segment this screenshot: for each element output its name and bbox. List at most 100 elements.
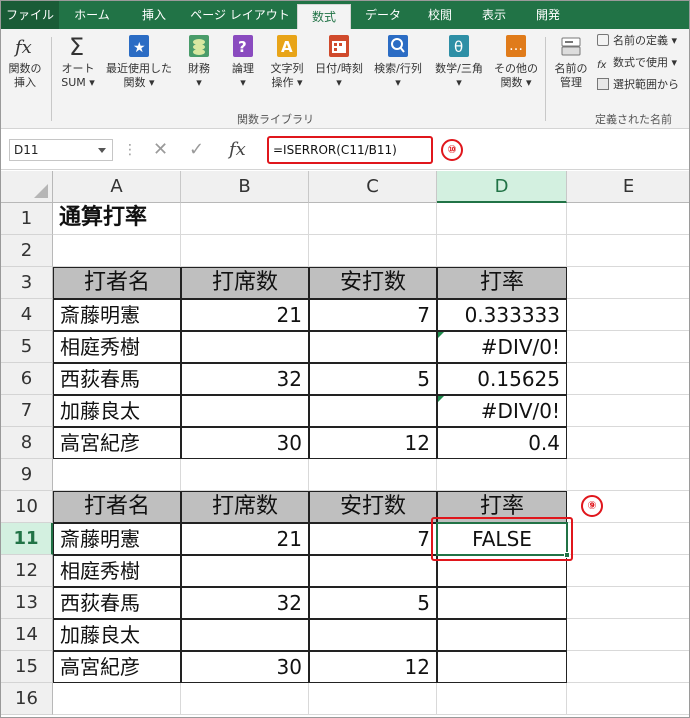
create-from-selection-button[interactable]: 選択範囲から xyxy=(597,77,679,93)
cell-c6[interactable]: 5 xyxy=(309,363,437,395)
cell-c10[interactable]: 安打数 xyxy=(309,491,437,523)
chevron-down-icon[interactable] xyxy=(98,148,106,153)
cell-a12[interactable]: 相庭秀樹 xyxy=(53,555,181,587)
row-header-6[interactable]: 6 xyxy=(1,363,53,395)
cell-e11[interactable] xyxy=(567,523,689,555)
fx-icon[interactable]: fx xyxy=(229,138,246,162)
error-indicator-icon[interactable] xyxy=(438,396,444,402)
tab-file[interactable]: ファイル xyxy=(1,1,59,29)
formula-input[interactable]: =ISERROR(C11/B11) xyxy=(267,136,433,164)
cell-c15[interactable]: 12 xyxy=(309,651,437,683)
cell-a16[interactable] xyxy=(53,683,181,715)
cell-c11[interactable]: 7 xyxy=(309,523,437,555)
cell-e1[interactable] xyxy=(567,203,689,235)
lookup-button[interactable]: 検索/行列 ▾ xyxy=(369,33,427,90)
cell-a1[interactable]: 通算打率 xyxy=(53,203,181,235)
row-header-11[interactable]: 11 xyxy=(1,523,53,555)
row-header-9[interactable]: 9 xyxy=(1,459,53,491)
text-button[interactable]: A 文字列 操作 ▾ xyxy=(265,33,309,90)
cell-d10[interactable]: 打率 xyxy=(437,491,567,523)
row-header-16[interactable]: 16 xyxy=(1,683,53,715)
row-header-5[interactable]: 5 xyxy=(1,331,53,363)
cell-c9[interactable] xyxy=(309,459,437,491)
cell-d14[interactable] xyxy=(437,619,567,651)
cell-b1[interactable] xyxy=(181,203,309,235)
name-manager-button[interactable]: 名前の 管理 xyxy=(549,33,593,90)
column-header-c[interactable]: C xyxy=(309,171,437,203)
tab-formulas[interactable]: 数式 xyxy=(297,4,351,29)
column-header-e[interactable]: E xyxy=(567,171,689,203)
cell-c3[interactable]: 安打数 xyxy=(309,267,437,299)
row-header-14[interactable]: 14 xyxy=(1,619,53,651)
select-all-corner[interactable] xyxy=(1,171,53,203)
cell-e8[interactable] xyxy=(567,427,689,459)
row-header-2[interactable]: 2 xyxy=(1,235,53,267)
row-header-1[interactable]: 1 xyxy=(1,203,53,235)
more-functions-button[interactable]: … その他の 関数 ▾ xyxy=(491,33,541,90)
cell-c8[interactable]: 12 xyxy=(309,427,437,459)
cancel-icon[interactable]: ✕ xyxy=(153,138,168,162)
cell-b14[interactable] xyxy=(181,619,309,651)
cell-c12[interactable] xyxy=(309,555,437,587)
column-header-a[interactable]: A xyxy=(53,171,181,203)
cell-a11[interactable]: 斎藤明憲 xyxy=(53,523,181,555)
insert-function-button[interactable]: fx 関数の 挿入 xyxy=(5,33,45,90)
row-header-3[interactable]: 3 xyxy=(1,267,53,299)
recently-used-button[interactable]: ★ 最近使用した 関数 ▾ xyxy=(103,33,175,90)
cell-a9[interactable] xyxy=(53,459,181,491)
row-header-15[interactable]: 15 xyxy=(1,651,53,683)
use-in-formula-button[interactable]: fx 数式で使用 ▾ xyxy=(597,55,677,71)
cell-a3[interactable]: 打者名 xyxy=(53,267,181,299)
cell-a14[interactable]: 加藤良太 xyxy=(53,619,181,651)
cell-b6[interactable]: 32 xyxy=(181,363,309,395)
cell-e13[interactable] xyxy=(567,587,689,619)
tab-developer[interactable]: 開発 xyxy=(523,1,573,29)
more-options-icon[interactable]: ⋮ xyxy=(123,138,137,162)
cell-d9[interactable] xyxy=(437,459,567,491)
cell-a5[interactable]: 相庭秀樹 xyxy=(53,331,181,363)
cell-e9[interactable] xyxy=(567,459,689,491)
row-header-7[interactable]: 7 xyxy=(1,395,53,427)
cell-a8[interactable]: 高宮紀彦 xyxy=(53,427,181,459)
cell-c16[interactable] xyxy=(309,683,437,715)
cell-b16[interactable] xyxy=(181,683,309,715)
row-header-12[interactable]: 12 xyxy=(1,555,53,587)
cell-c5[interactable] xyxy=(309,331,437,363)
cell-b5[interactable] xyxy=(181,331,309,363)
cell-d13[interactable] xyxy=(437,587,567,619)
cell-e6[interactable] xyxy=(567,363,689,395)
column-header-b[interactable]: B xyxy=(181,171,309,203)
cell-a6[interactable]: 西荻春馬 xyxy=(53,363,181,395)
cell-d8[interactable]: 0.4 xyxy=(437,427,567,459)
cell-b15[interactable]: 30 xyxy=(181,651,309,683)
cell-c13[interactable]: 5 xyxy=(309,587,437,619)
cell-b8[interactable]: 30 xyxy=(181,427,309,459)
row-header-4[interactable]: 4 xyxy=(1,299,53,331)
cell-b13[interactable]: 32 xyxy=(181,587,309,619)
cell-d15[interactable] xyxy=(437,651,567,683)
financial-button[interactable]: 財務 ▾ xyxy=(179,33,219,90)
cell-c4[interactable]: 7 xyxy=(309,299,437,331)
cell-e4[interactable] xyxy=(567,299,689,331)
tab-view[interactable]: 表示 xyxy=(469,1,519,29)
math-trig-button[interactable]: θ 数学/三角 ▾ xyxy=(429,33,489,90)
cell-a7[interactable]: 加藤良太 xyxy=(53,395,181,427)
cell-d1[interactable] xyxy=(437,203,567,235)
cell-d5[interactable]: #DIV/0! xyxy=(437,331,567,363)
define-name-button[interactable]: 名前の定義 ▾ xyxy=(597,33,677,49)
cell-b9[interactable] xyxy=(181,459,309,491)
cell-d7[interactable]: #DIV/0! xyxy=(437,395,567,427)
cell-e15[interactable] xyxy=(567,651,689,683)
cell-d12[interactable] xyxy=(437,555,567,587)
tab-home[interactable]: ホーム xyxy=(63,1,121,29)
cell-d11[interactable]: FALSE xyxy=(437,523,567,555)
date-time-button[interactable]: 日付/時刻 ▾ xyxy=(311,33,367,90)
cell-b7[interactable] xyxy=(181,395,309,427)
cell-a4[interactable]: 斎藤明憲 xyxy=(53,299,181,331)
row-header-8[interactable]: 8 xyxy=(1,427,53,459)
cell-e16[interactable] xyxy=(567,683,689,715)
cell-b12[interactable] xyxy=(181,555,309,587)
autosum-button[interactable]: Σ オート SUM ▾ xyxy=(55,33,101,90)
cell-a13[interactable]: 西荻春馬 xyxy=(53,587,181,619)
cell-d6[interactable]: 0.15625 xyxy=(437,363,567,395)
